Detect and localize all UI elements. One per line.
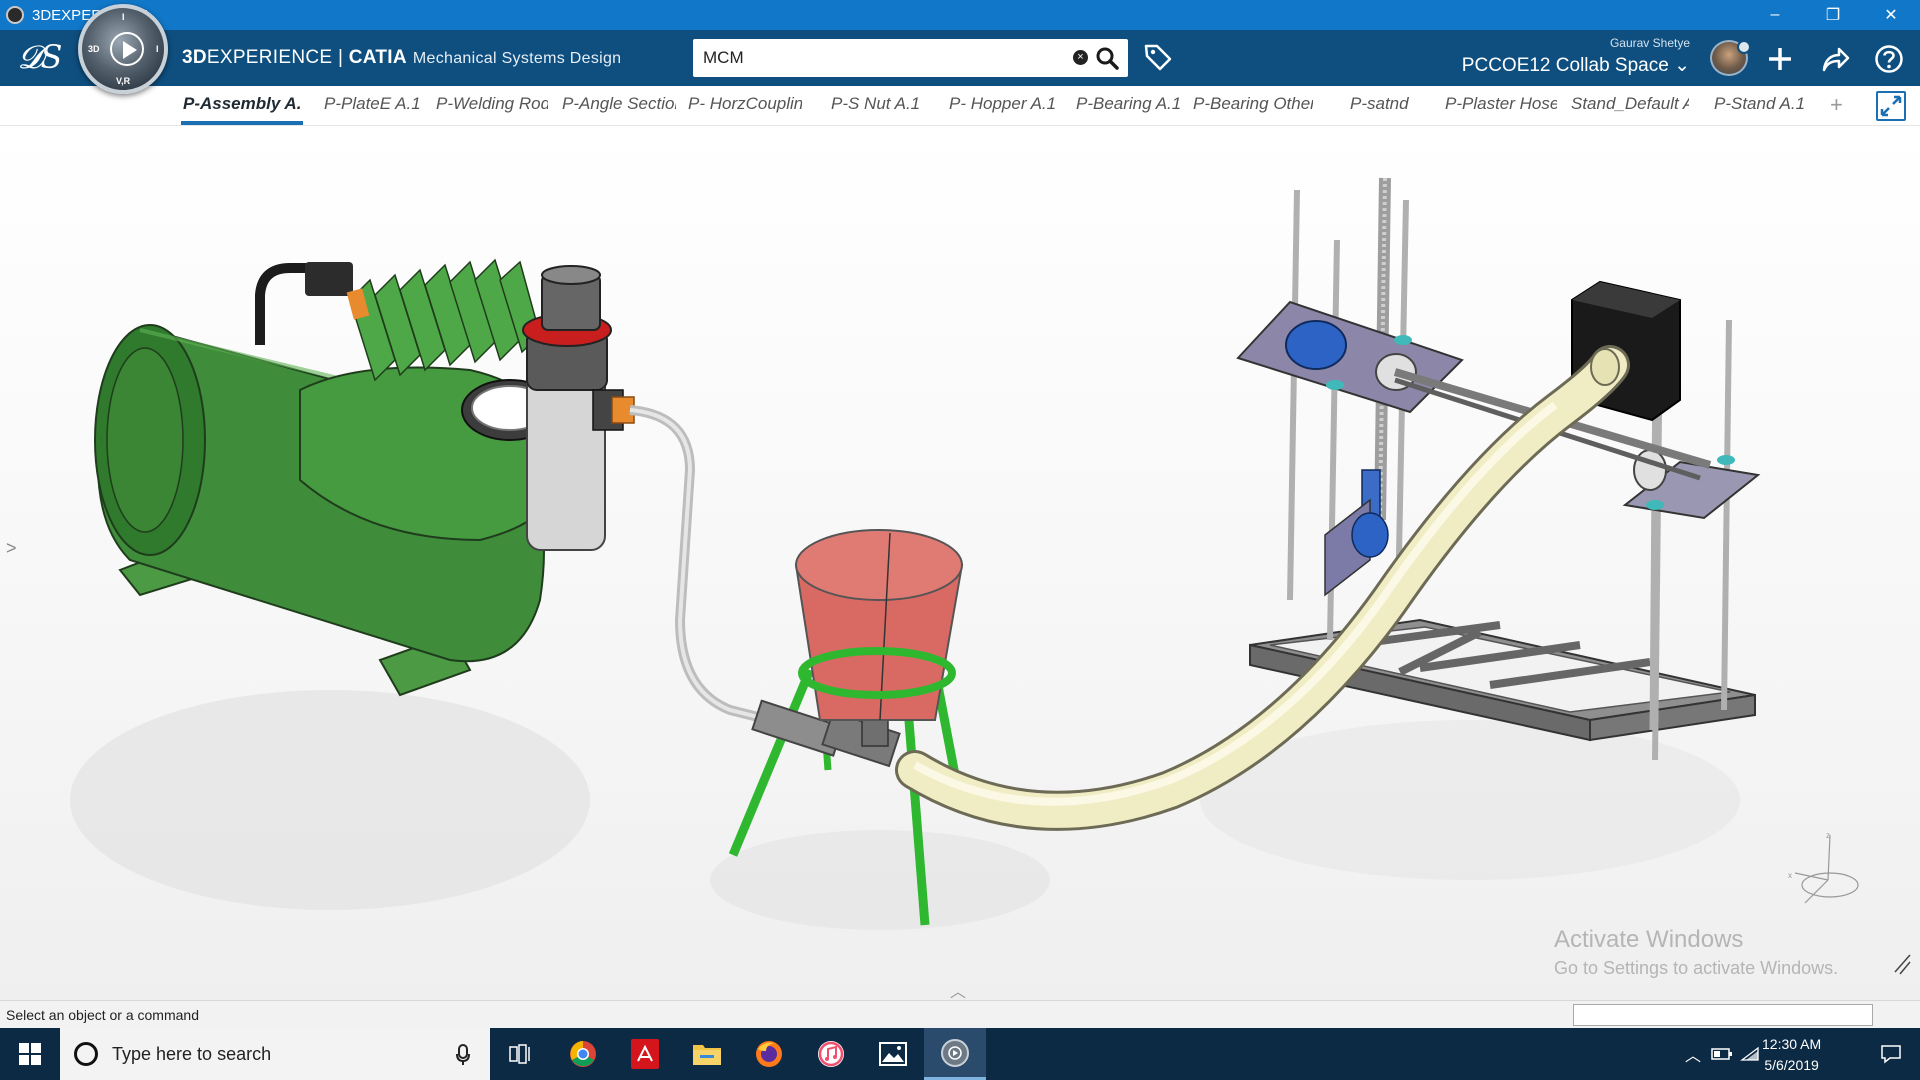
share-icon[interactable]: [1818, 42, 1852, 76]
3d-compass[interactable]: I 3D V,R I: [78, 4, 168, 94]
brand-app: CATIA: [348, 47, 407, 68]
tab-p-stand[interactable]: P-Stand A.1: [1714, 94, 1810, 114]
air-compressor[interactable]: [94, 258, 635, 697]
tab-stand-default[interactable]: Stand_Default A: [1571, 94, 1689, 114]
document-tabs: P-Assembly A. P-PlateE A.1 P-Welding Rod…: [0, 86, 1920, 126]
windows-taskbar: Type here to search ︿ 12:30 AM 5/6/2019: [0, 1028, 1920, 1080]
3d-viewport[interactable]: z x > ︿ Activate Windows Go to Settings …: [0, 126, 1920, 1000]
search-icon[interactable]: [1094, 45, 1120, 76]
tab-p-angle-section[interactable]: P-Angle Section: [562, 94, 676, 114]
clear-search-icon[interactable]: ×: [1073, 50, 1088, 65]
axis-triad-icon[interactable]: z x: [1788, 831, 1859, 904]
tab-p-hopper[interactable]: P- Hopper A.1: [949, 94, 1059, 114]
user-avatar[interactable]: [1710, 40, 1751, 76]
wifi-icon[interactable]: [1738, 1028, 1762, 1080]
show-hidden-icons-icon[interactable]: ︿: [1680, 1028, 1706, 1080]
battery-icon[interactable]: [1708, 1028, 1736, 1080]
dassault-logo-icon[interactable]: 𝓓S: [18, 38, 62, 77]
activate-subtitle: Go to Settings to activate Windows.: [1554, 958, 1839, 978]
activate-title: Activate Windows: [1554, 926, 1744, 953]
command-input[interactable]: [1573, 1004, 1873, 1026]
tab-p-bearing[interactable]: P-Bearing A.1: [1076, 94, 1180, 114]
svg-text:x: x: [1788, 871, 1792, 880]
firefox-icon[interactable]: [738, 1028, 800, 1080]
microphone-icon[interactable]: [456, 1044, 470, 1071]
svg-text:z: z: [1826, 831, 1830, 840]
brand-3d: 3D: [182, 47, 207, 68]
clock-date: 5/6/2019: [1764, 1057, 1819, 1073]
compass-top-label: I: [122, 12, 125, 22]
tab-p-satnd[interactable]: P-satnd: [1350, 94, 1420, 114]
fullscreen-icon[interactable]: [1876, 91, 1906, 121]
brand-subtitle: Mechanical Systems Design: [412, 50, 622, 67]
collab-space-selector[interactable]: PCCOE12 Collab Space ⌄: [1462, 54, 1690, 77]
chrome-icon[interactable]: [552, 1028, 614, 1080]
restore-button[interactable]: ❐: [1804, 0, 1862, 30]
tab-p-horzcouplin[interactable]: P- HorzCouplin: [688, 94, 802, 114]
avatar-status-icon: [1737, 40, 1751, 54]
activate-windows-watermark: Activate Windows Go to Settings to activ…: [1554, 926, 1838, 979]
top-app-bar: 𝓓S 3DEXPERIENCE | CATIA Mechanical System…: [0, 30, 1920, 86]
add-tab-button[interactable]: +: [1830, 92, 1843, 118]
taskbar-search[interactable]: Type here to search: [60, 1028, 490, 1080]
acrobat-icon[interactable]: [614, 1028, 676, 1080]
app-icon: [6, 6, 24, 24]
close-button[interactable]: ✕: [1862, 0, 1920, 30]
app-brand: 3DEXPERIENCE | CATIA Mechanical Systems D…: [182, 47, 621, 69]
action-bar-toggle-icon[interactable]: ︿: [950, 978, 966, 1000]
tag-icon[interactable]: [1143, 42, 1173, 77]
cortana-icon: [74, 1042, 98, 1066]
taskbar-search-placeholder: Type here to search: [112, 1043, 272, 1064]
status-message: Select an object or a command: [6, 1007, 199, 1023]
minimize-button[interactable]: –: [1746, 0, 1804, 30]
file-explorer-icon[interactable]: [676, 1028, 738, 1080]
3dexperience-taskbar-icon[interactable]: [924, 1028, 986, 1080]
tab-p-s-nut[interactable]: P-S Nut A.1: [831, 94, 923, 114]
clock-time: 12:30 AM: [1762, 1036, 1822, 1052]
user-info: Gaurav Shetye PCCOE12 Collab Space ⌄: [1462, 36, 1690, 77]
taskbar-clock[interactable]: 12:30 AM 5/6/2019: [1762, 1034, 1821, 1076]
photos-icon[interactable]: [862, 1028, 924, 1080]
play-icon[interactable]: [110, 32, 144, 66]
compass-right-label: I: [156, 44, 159, 54]
itunes-icon[interactable]: [800, 1028, 862, 1080]
task-view-icon[interactable]: [490, 1028, 552, 1080]
search-input[interactable]: [703, 48, 1063, 68]
compass-left-label: 3D: [88, 44, 100, 54]
tab-p-bearing-other[interactable]: P-Bearing Other: [1193, 94, 1313, 114]
help-icon[interactable]: [1872, 42, 1906, 76]
air-hose[interactable]: [629, 405, 792, 730]
tab-p-welding-rod[interactable]: P-Welding Rod: [436, 94, 548, 114]
add-icon[interactable]: [1763, 42, 1797, 76]
window-title-bar: 3DEXPERIENCE – ❐ ✕: [0, 0, 1920, 30]
window-controls: – ❐ ✕: [1746, 0, 1920, 30]
tab-p-platee[interactable]: P-PlateE A.1: [324, 94, 424, 114]
active-tab-indicator: [181, 121, 303, 125]
search-box: ×: [693, 39, 1128, 77]
assembly-3d-model[interactable]: z x: [0, 126, 1920, 1000]
tab-p-assembly[interactable]: P-Assembly A.: [183, 94, 301, 114]
action-center-icon[interactable]: [1862, 1028, 1920, 1080]
status-bar: Select an object or a command: [0, 1000, 1920, 1028]
expand-panel-icon[interactable]: >: [6, 538, 17, 559]
user-name: Gaurav Shetye: [1609, 36, 1690, 50]
windows-start-icon[interactable]: [0, 1028, 60, 1080]
tab-p-plaster-hose[interactable]: P-Plaster Hose: [1445, 94, 1557, 114]
compass-bottom-label: V,R: [116, 76, 131, 86]
brand-experience: EXPERIENCE |: [206, 47, 349, 68]
